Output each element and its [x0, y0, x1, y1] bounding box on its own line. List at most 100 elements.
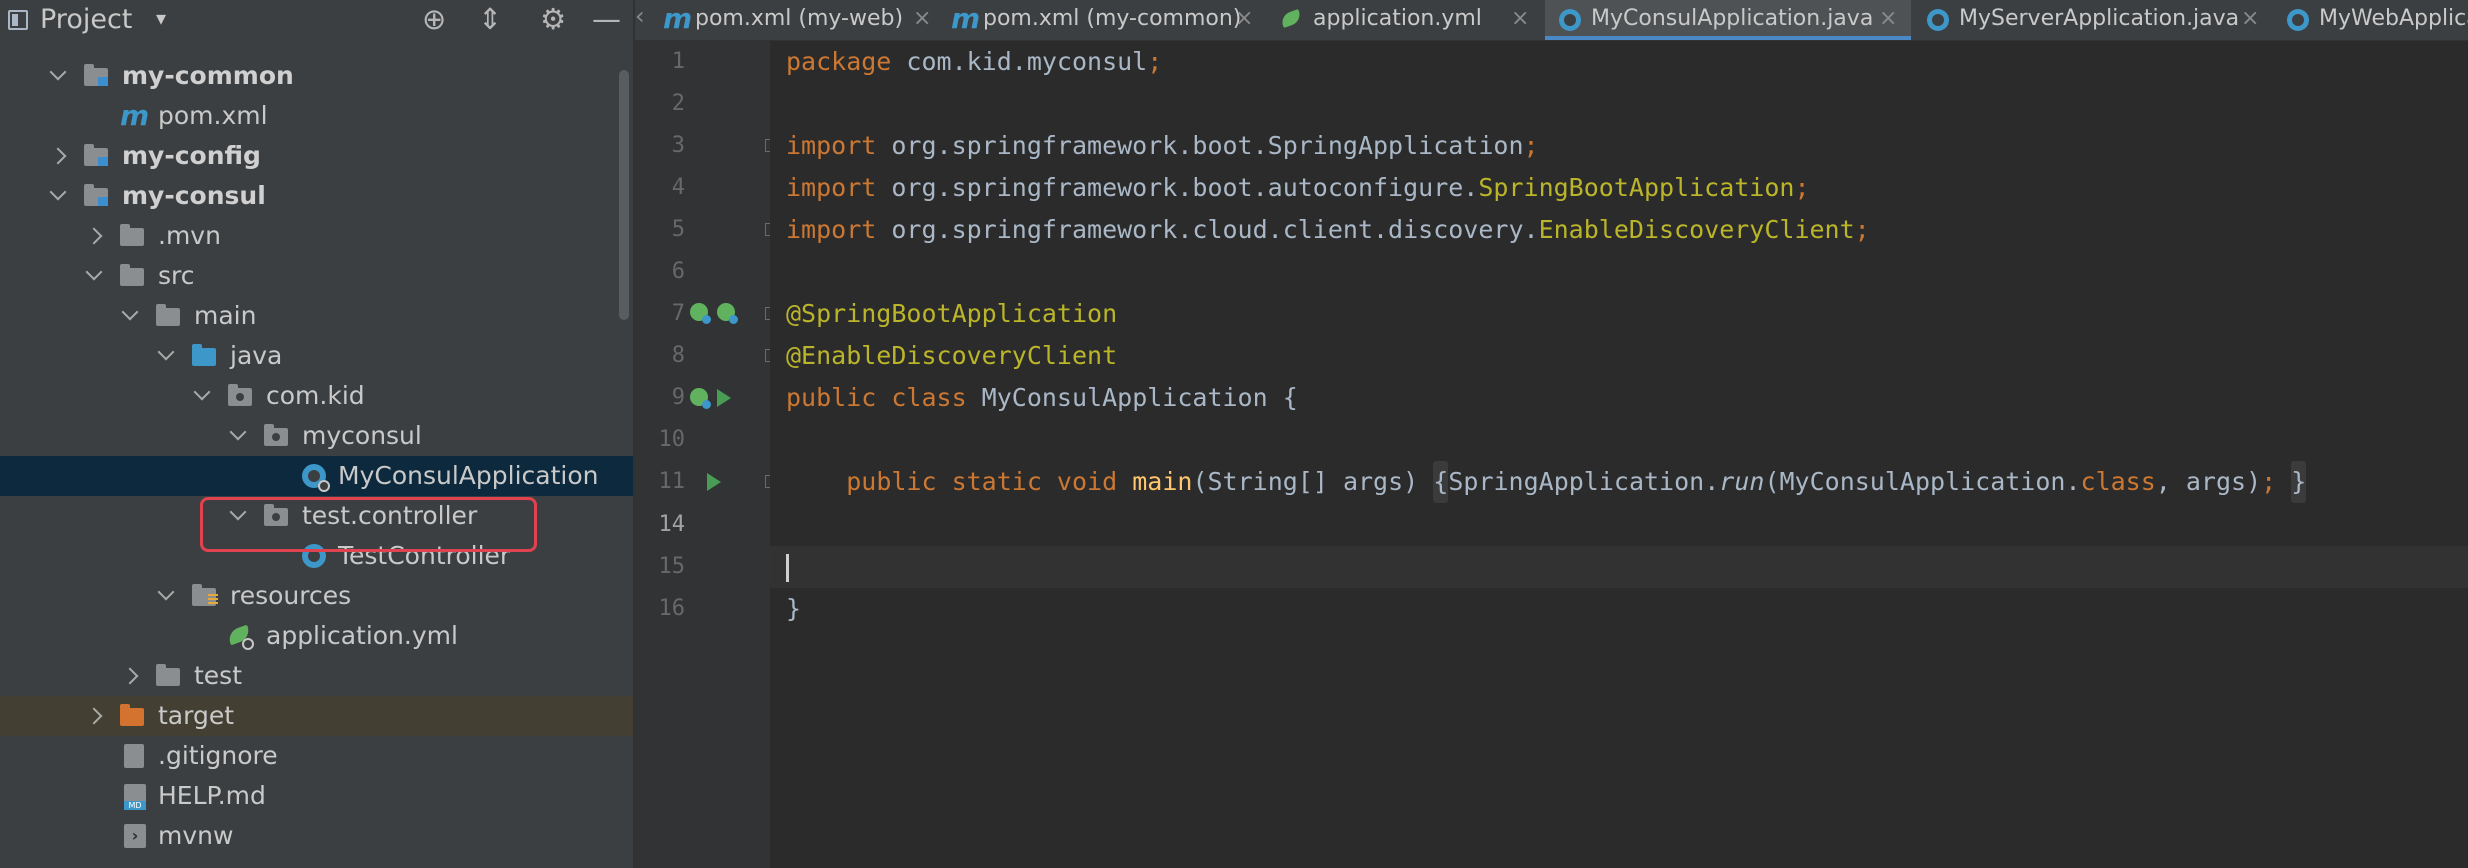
tree-item-resources[interactable]: resources: [0, 576, 633, 616]
code-line-4: import org.springframework.boot.autoconf…: [786, 173, 1810, 202]
tree-item-application-yml[interactable]: application.yml: [0, 616, 633, 656]
tree-item-test[interactable]: test: [0, 656, 633, 696]
chevron-down-icon[interactable]: [88, 268, 102, 282]
code-editor[interactable]: package com.kid.myconsul; import org.spr…: [770, 41, 2468, 868]
run-main-icon[interactable]: [707, 473, 721, 491]
tab-pom-my-web[interactable]: m pom.xml (my-web) ×: [655, 0, 941, 40]
tree-item-src[interactable]: src: [0, 256, 633, 296]
spring-boot-gutter-icon[interactable]: [690, 388, 711, 409]
close-icon[interactable]: ×: [913, 0, 931, 38]
tree-item-my-consul[interactable]: my-consul: [0, 176, 633, 216]
close-icon[interactable]: ×: [1511, 0, 1529, 38]
tab-label: application.yml: [1313, 6, 1482, 31]
tree-item-label: application.yml: [266, 621, 458, 650]
chevron-down-icon[interactable]: [160, 348, 174, 362]
tree-item-help-md[interactable]: HELP.md: [0, 776, 633, 816]
chevron-down-icon[interactable]: [232, 428, 246, 442]
locate-icon[interactable]: ⊕: [422, 2, 446, 36]
chevron-right-icon[interactable]: [92, 228, 106, 242]
tree-item-label: com.kid: [266, 381, 365, 410]
chevron-right-icon[interactable]: [92, 708, 106, 722]
tree-item-label: myconsul: [302, 421, 422, 450]
view-dropdown-icon[interactable]: ▾: [156, 6, 166, 30]
code-line-3: import org.springframework.boot.SpringAp…: [786, 131, 1539, 160]
excluded-folder-icon: [120, 704, 144, 726]
hide-panel-icon[interactable]: —: [592, 2, 621, 36]
tab-myconsulapplication-java[interactable]: MyConsulApplication.java ×: [1545, 0, 1911, 40]
project-panel-title[interactable]: Project: [40, 4, 132, 35]
line-number: 6: [671, 259, 685, 284]
tree-item-java[interactable]: java: [0, 336, 633, 376]
tree-item-label: target: [158, 701, 235, 730]
spring-bean-icon[interactable]: [690, 303, 711, 324]
chevron-down-icon[interactable]: [160, 588, 174, 602]
editor-tab-bar: ‹ m pom.xml (my-web) × m pom.xml (my-com…: [635, 0, 2468, 41]
package-icon: [228, 384, 252, 406]
spring-config-gutter-icon[interactable]: [717, 303, 738, 324]
spring-badge-icon: [318, 480, 330, 492]
close-icon[interactable]: ×: [1879, 0, 1897, 38]
chevron-down-icon[interactable]: [52, 68, 66, 82]
tree-scrollbar[interactable]: [619, 70, 629, 320]
tab-scroll-left-icon[interactable]: ‹: [635, 2, 653, 30]
tree-item-gitignore[interactable]: .gitignore: [0, 736, 633, 776]
maven-icon: m: [951, 2, 981, 35]
tab-label: pom.xml (my-web): [695, 6, 904, 31]
tree-item-main[interactable]: main: [0, 296, 633, 336]
folded-block-open[interactable]: {: [1433, 461, 1449, 503]
current-line-highlight: [770, 546, 2468, 588]
chevron-right-icon[interactable]: [128, 668, 142, 682]
tree-item-label: mvnw: [158, 821, 234, 850]
tree-item-myconsul[interactable]: myconsul: [0, 416, 633, 456]
line-number: 2: [671, 91, 685, 116]
spring-boot-class-icon: [2287, 9, 2309, 31]
close-icon[interactable]: ×: [1235, 0, 1253, 38]
tab-application-yml[interactable]: application.yml ×: [1269, 0, 1545, 40]
project-view-icon[interactable]: [8, 10, 28, 30]
run-class-icon[interactable]: [717, 389, 731, 407]
folder-icon: [120, 224, 144, 246]
tree-item-com-kid[interactable]: com.kid: [0, 376, 633, 416]
tab-pom-my-common[interactable]: m pom.xml (my-common) ×: [945, 0, 1265, 40]
tree-item-label: my-common: [122, 61, 294, 90]
tab-mywebapplication-java[interactable]: MyWebApplica: [2277, 0, 2468, 40]
code-line-5: import org.springframework.cloud.client.…: [786, 215, 1870, 244]
tree-item-myconsulapplication[interactable]: MyConsulApplication: [0, 456, 633, 496]
chevron-down-icon[interactable]: [124, 308, 138, 322]
file-icon: [124, 744, 144, 768]
tab-myserverapplication-java[interactable]: MyServerApplication.java ×: [1915, 0, 2273, 40]
line-number: 3: [671, 133, 685, 158]
close-icon[interactable]: ×: [2241, 0, 2259, 38]
code-line-9: public class MyConsulApplication {: [786, 383, 1298, 412]
tree-item-pom-xml[interactable]: m pom.xml: [0, 96, 633, 136]
tree-item-label: src: [158, 261, 195, 290]
tree-item-my-common[interactable]: my-common: [0, 56, 633, 96]
collapse-all-icon[interactable]: ⇕: [478, 2, 502, 36]
tree-item-mvnw[interactable]: › mvnw: [0, 816, 633, 856]
chevron-right-icon[interactable]: [56, 148, 70, 162]
tab-label: MyServerApplication.java: [1959, 6, 2240, 31]
folder-icon: [156, 664, 180, 686]
chevron-down-icon[interactable]: [52, 188, 66, 202]
resources-folder-icon: [192, 584, 218, 606]
tree-item-label: java: [230, 341, 283, 370]
tree-item-label: HELP.md: [158, 781, 266, 810]
code-line-11: public static void main(String[] args) {…: [786, 461, 2307, 503]
tree-item-mvn[interactable]: .mvn: [0, 216, 633, 256]
source-folder-icon: [192, 344, 216, 366]
line-number: 1: [671, 49, 685, 74]
text-caret: [786, 554, 789, 582]
line-number: 11: [658, 469, 686, 494]
chevron-down-icon[interactable]: [196, 388, 210, 402]
spring-boot-class-icon: [1927, 9, 1949, 31]
folder-icon: [156, 304, 180, 326]
tree-item-my-config[interactable]: my-config: [0, 136, 633, 176]
code-line-1: package com.kid.myconsul;: [786, 47, 1163, 76]
code-line-15: }: [786, 594, 802, 623]
settings-gear-icon[interactable]: ⚙: [540, 2, 566, 36]
module-folder-icon: [84, 184, 108, 206]
line-number: 7: [671, 301, 685, 326]
module-folder-icon: [84, 64, 108, 86]
tree-item-target[interactable]: target: [0, 696, 633, 736]
folded-block-close[interactable]: }: [2291, 461, 2307, 503]
